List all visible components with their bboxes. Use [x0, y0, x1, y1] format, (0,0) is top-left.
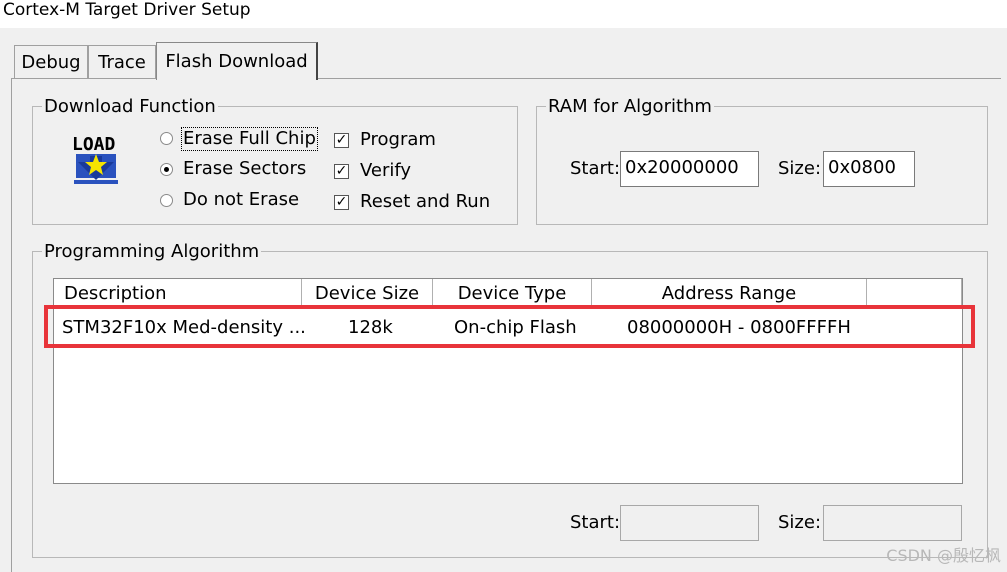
tab-trace[interactable]: Trace: [88, 45, 156, 78]
svg-text:LOAD: LOAD: [72, 134, 116, 155]
erase-full-chip-label[interactable]: Erase Full Chip: [181, 127, 318, 151]
radio-erase-full-chip[interactable]: [160, 132, 173, 145]
column-header-description[interactable]: Description: [54, 279, 302, 306]
watermark: CSDN @殷忆枫: [886, 546, 1001, 565]
tab-flash-download[interactable]: Flash Download: [156, 42, 318, 80]
checkbox-reset-and-run[interactable]: ✓: [334, 195, 349, 210]
ram-size-label: Size:: [778, 158, 822, 179]
row-description[interactable]: STM32F10x Med-density ...: [62, 317, 306, 339]
radio-do-not-erase[interactable]: [160, 194, 173, 207]
algorithm-size-input[interactable]: [823, 505, 962, 541]
column-header-empty: [867, 279, 962, 306]
reset-and-run-label[interactable]: Reset and Run: [360, 191, 490, 213]
checkbox-verify[interactable]: ✓: [334, 164, 349, 179]
ram-start-input[interactable]: 0x20000000: [620, 151, 759, 187]
download-function-legend: Download Function: [42, 96, 218, 118]
ram-size-input[interactable]: 0x0800: [823, 151, 915, 187]
column-header-device-type[interactable]: Device Type: [433, 279, 592, 306]
row-device-size[interactable]: 128k: [348, 317, 393, 339]
erase-sectors-label[interactable]: Erase Sectors: [183, 158, 306, 180]
load-icon: LOAD: [72, 134, 118, 184]
algorithm-start-input[interactable]: [620, 505, 759, 541]
row-device-type[interactable]: On-chip Flash: [454, 317, 577, 339]
column-header-address-range[interactable]: Address Range: [592, 279, 867, 306]
algorithm-start-label: Start:: [570, 512, 621, 533]
verify-label[interactable]: Verify: [360, 160, 411, 182]
programming-algorithm-legend: Programming Algorithm: [42, 241, 262, 263]
algorithm-table[interactable]: Description Device Size Device Type Addr…: [53, 278, 963, 484]
ram-start-label: Start:: [570, 158, 621, 179]
tab-debug[interactable]: Debug: [14, 45, 88, 78]
column-header-device-size[interactable]: Device Size: [302, 279, 433, 306]
row-address-range[interactable]: 08000000H - 0800FFFFH: [627, 317, 851, 339]
do-not-erase-label[interactable]: Do not Erase: [183, 189, 299, 211]
ram-for-algorithm-legend: RAM for Algorithm: [546, 96, 714, 118]
checkbox-program[interactable]: ✓: [334, 133, 349, 148]
algorithm-size-label: Size:: [778, 512, 822, 533]
radio-erase-sectors[interactable]: [160, 163, 173, 176]
program-label[interactable]: Program: [360, 129, 436, 151]
window-title: Cortex-M Target Driver Setup: [3, 0, 251, 20]
